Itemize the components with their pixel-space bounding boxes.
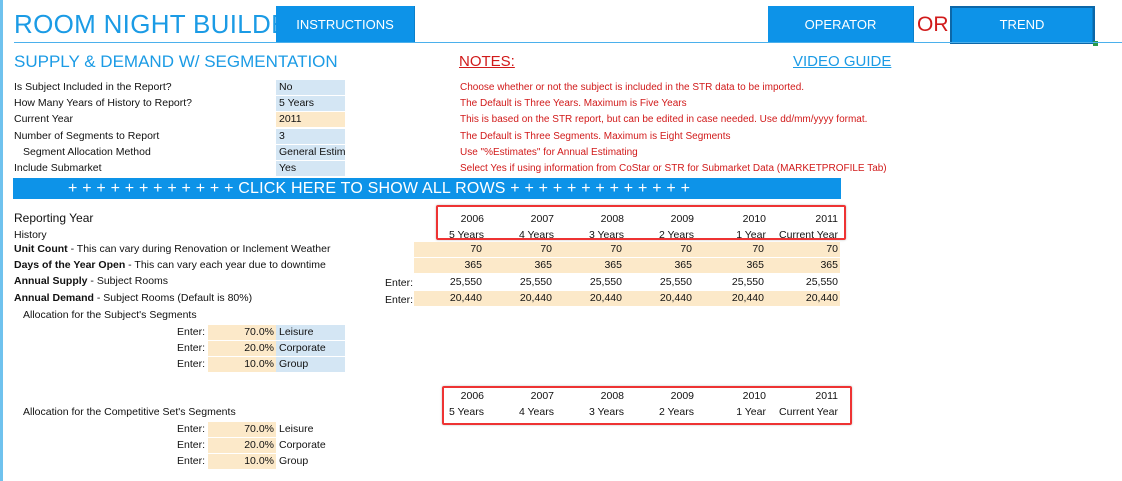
annual-supply-cell: 25,550 [519, 276, 552, 288]
days-open-cell[interactable]: 365 [770, 258, 840, 273]
subject-leisure-pct[interactable]: 70.0% [208, 325, 276, 340]
highlight-box-reporting-years [436, 205, 846, 240]
setting-label-current-year: Current Year [14, 113, 73, 125]
annual-supply-cell: 25,550 [805, 276, 838, 288]
unit-count-cell[interactable]: 70 [770, 242, 840, 257]
section-title: SUPPLY & DEMAND W/ SEGMENTATION [14, 52, 338, 71]
annual-demand-cell[interactable]: 20,440 [624, 291, 694, 306]
subject-leisure-name[interactable]: Leisure [276, 325, 345, 340]
current-year-input[interactable]: 2011 [276, 112, 345, 127]
subject-group-pct[interactable]: 10.0% [208, 357, 276, 372]
annual-demand-cell[interactable]: 20,440 [414, 291, 484, 306]
comp-corporate-name: Corporate [279, 439, 326, 451]
unit-count-cell[interactable]: 70 [414, 242, 484, 257]
subject-corporate-name[interactable]: Corporate [276, 341, 345, 356]
days-open-cell[interactable]: 365 [554, 258, 624, 273]
notes-title: NOTES: [459, 53, 515, 70]
or-label: OR [917, 13, 949, 36]
enter-label: Enter: [177, 455, 206, 467]
note-history-years: The Default is Three Years. Maximum is F… [460, 98, 687, 109]
video-guide-link[interactable]: VIDEO GUIDE [793, 53, 891, 70]
subject-allocation-title: Allocation for the Subject's Segments [23, 309, 197, 321]
days-open-cell[interactable]: 365 [624, 258, 694, 273]
annual-demand-label: Annual Demand - Subject Rooms (Default i… [14, 292, 253, 304]
comp-group-pct[interactable]: 10.0% [208, 454, 276, 469]
annual-demand-cell[interactable]: 20,440 [554, 291, 624, 306]
enter-label: Enter: [177, 326, 206, 338]
left-edge-strip [0, 0, 3, 481]
days-open-cell[interactable]: 365 [696, 258, 766, 273]
unit-count-cell[interactable]: 70 [624, 242, 694, 257]
days-open-cell[interactable]: 365 [414, 258, 484, 273]
selected-cell-outline [950, 6, 1095, 44]
comp-group-name: Group [279, 455, 309, 467]
annual-supply-label: Annual Supply - Subject Rooms [14, 275, 169, 287]
note-allocation-method: Use "%Estimates" for Annual Estimating [460, 147, 638, 158]
annual-supply-cell: 25,550 [589, 276, 622, 288]
setting-label-history-years: How Many Years of History to Report? [14, 97, 192, 109]
enter-label: Enter: [177, 358, 206, 370]
enter-label: Enter: [385, 277, 414, 289]
setting-label-segment-count: Number of Segments to Report [14, 130, 160, 142]
page-title: ROOM NIGHT BUILDER [14, 9, 308, 39]
unit-count-cell[interactable]: 70 [554, 242, 624, 257]
comp-allocation-title: Allocation for the Competitive Set's Seg… [23, 406, 236, 418]
note-include-submarket: Select Yes if using information from CoS… [460, 163, 887, 174]
reporting-year-label: Reporting Year [14, 211, 94, 225]
unit-count-cell[interactable]: 70 [484, 242, 554, 257]
comp-leisure-pct[interactable]: 70.0% [208, 422, 276, 437]
unit-count-label: Unit Count - This can vary during Renova… [14, 243, 331, 255]
subject-corporate-pct[interactable]: 20.0% [208, 341, 276, 356]
history-label: History [14, 229, 47, 241]
segment-count-select[interactable]: 3 [276, 129, 345, 144]
comp-leisure-name: Leisure [279, 423, 314, 435]
history-years-select[interactable]: 5 Years [276, 96, 345, 111]
setting-label-include-submarket: Include Submarket [14, 162, 102, 174]
comp-corporate-pct[interactable]: 20.0% [208, 438, 276, 453]
operator-button[interactable]: OPERATOR [768, 6, 914, 42]
header-divider [14, 42, 1122, 43]
enter-label: Enter: [177, 439, 206, 451]
enter-label: Enter: [177, 423, 206, 435]
setting-label-allocation-method: Segment Allocation Method [23, 146, 151, 158]
annual-supply-cell: 25,550 [731, 276, 764, 288]
unit-count-cell[interactable]: 70 [696, 242, 766, 257]
annual-demand-cell[interactable]: 20,440 [484, 291, 554, 306]
note-segment-count: The Default is Three Segments. Maximum i… [460, 131, 731, 142]
enter-label: Enter: [177, 342, 206, 354]
allocation-method-select[interactable]: General Estimates [276, 145, 345, 160]
annual-supply-cell: 25,550 [449, 276, 482, 288]
instructions-button[interactable]: INSTRUCTIONS [276, 6, 415, 42]
annual-demand-cell[interactable]: 20,440 [696, 291, 766, 306]
include-submarket-select[interactable]: Yes [276, 161, 345, 176]
highlight-box-comp-years [442, 386, 852, 425]
note-subject-included: Choose whether or not the subject is inc… [460, 82, 805, 93]
days-open-cell[interactable]: 365 [484, 258, 554, 273]
note-current-year: This is based on the STR report, but can… [460, 114, 868, 125]
annual-demand-cell[interactable]: 20,440 [770, 291, 840, 306]
annual-supply-cell: 25,550 [659, 276, 692, 288]
enter-label: Enter: [385, 294, 414, 306]
show-all-rows-button[interactable]: + + + + + + + + + + + + CLICK HERE TO SH… [13, 178, 841, 199]
setting-label-subject-included: Is Subject Included in the Report? [14, 81, 172, 93]
subject-group-name[interactable]: Group [276, 357, 345, 372]
days-open-label: Days of the Year Open - This can vary ea… [14, 259, 326, 271]
subject-included-select[interactable]: No [276, 80, 345, 95]
